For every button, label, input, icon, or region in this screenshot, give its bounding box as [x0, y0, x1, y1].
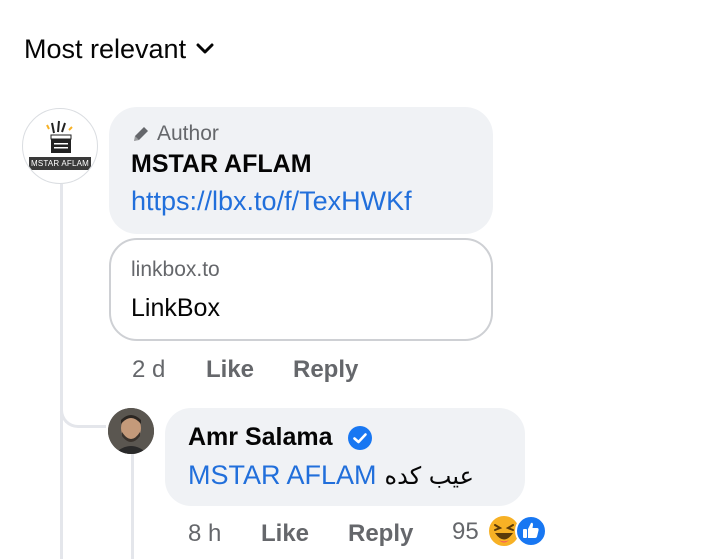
commenter-name[interactable]: MSTAR AFLAM	[131, 150, 312, 179]
author-badge: Author	[131, 122, 219, 146]
avatar[interactable]	[108, 408, 154, 454]
sort-dropdown[interactable]: Most relevant	[24, 34, 214, 65]
sort-label: Most relevant	[24, 34, 187, 64]
reply-commenter-name[interactable]: Amr Salama	[188, 423, 333, 452]
person-photo	[108, 408, 154, 454]
comment-timestamp[interactable]: 2 d	[132, 356, 165, 384]
reply-timestamp[interactable]: 8 h	[188, 520, 221, 548]
mention-link[interactable]: MSTAR AFLAM	[188, 460, 377, 491]
thread-line	[60, 184, 63, 559]
like-icon	[515, 515, 547, 547]
link-preview-title: LinkBox	[131, 294, 220, 322]
thread-connector	[60, 396, 106, 428]
pencil-icon	[134, 127, 148, 141]
reply-reply-button[interactable]: Reply	[348, 520, 413, 548]
reply-thread-line	[131, 452, 134, 559]
reply-button[interactable]: Reply	[293, 356, 358, 384]
avatar-logo-text: MSTAR AFLAM	[29, 157, 91, 170]
link-preview-domain: linkbox.to	[131, 258, 220, 281]
chevron-down-icon	[196, 42, 214, 60]
reply-message: عيب كده	[384, 462, 474, 490]
reply-text: MSTAR AFLAM عيب كده	[188, 460, 474, 491]
like-button[interactable]: Like	[206, 356, 254, 384]
reply-like-button[interactable]: Like	[261, 520, 309, 548]
reactions-summary[interactable]	[486, 513, 552, 549]
link-preview-card[interactable]	[109, 238, 493, 341]
reaction-count[interactable]: 95	[452, 518, 479, 546]
verified-badge-icon	[347, 425, 373, 456]
clapperboard-icon	[46, 120, 73, 153]
comment-link[interactable]: https://lbx.to/f/TexHWKf	[131, 186, 412, 217]
author-label: Author	[157, 122, 219, 145]
page-avatar[interactable]: MSTAR AFLAM	[22, 108, 98, 184]
